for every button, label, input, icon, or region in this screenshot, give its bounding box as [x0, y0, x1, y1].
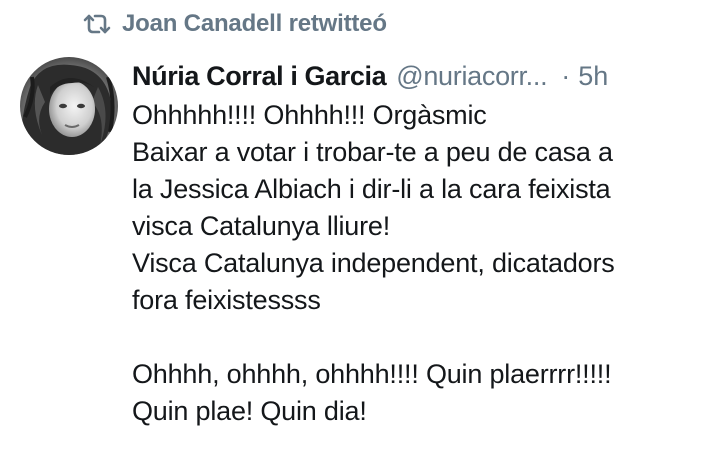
tweet-header: Núria Corral i Garcia @nuriacorr... · 5h	[132, 58, 701, 94]
tweet-line: Visca Catalunya independent, dicatadors	[132, 248, 615, 278]
header-separator: ·	[561, 60, 571, 91]
avatar[interactable]	[20, 57, 118, 155]
tweet-text[interactable]: Ohhhhh!!!! Ohhhh!!! Orgàsmic Baixar a vo…	[132, 97, 701, 430]
author-handle[interactable]: @nuriacorr...	[396, 61, 547, 92]
retweet-context[interactable]: Joan Canadell retwitteó	[82, 10, 387, 38]
tweet-line: Ohhhh, ohhhh, ohhhh!!!! Quin plaerrrr!!!…	[132, 359, 612, 389]
tweet-line: Baixar a votar i trobar-te a peu de casa…	[132, 137, 613, 167]
retweet-text[interactable]: Joan Canadell retwitteó	[122, 10, 387, 38]
tweet-line: la Jessica Albiach i dir-li a la cara fe…	[132, 174, 611, 204]
tweet-line: Quin plae! Quin dia!	[132, 396, 367, 426]
tweet-line: visca Catalunya lliure!	[132, 211, 391, 241]
author-name[interactable]: Núria Corral i Garcia	[132, 61, 387, 92]
tweet-timestamp[interactable]: 5h	[578, 61, 608, 92]
retweet-icon	[82, 13, 112, 35]
tweet-line: fora feixistessss	[132, 285, 321, 315]
tweet-line: Ohhhhh!!!! Ohhhh!!! Orgàsmic	[132, 100, 487, 130]
